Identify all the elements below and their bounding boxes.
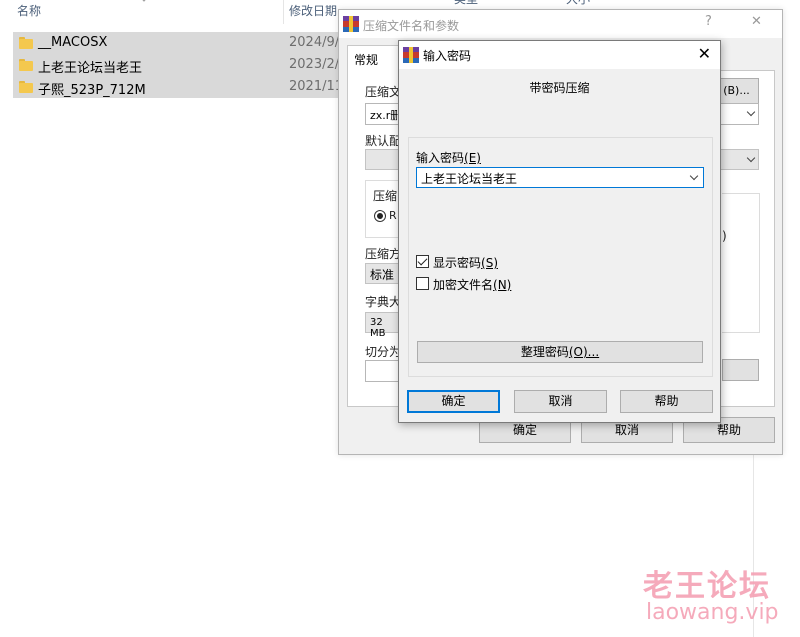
folder-icon [19,81,33,93]
column-header-name[interactable]: 名称 [17,0,41,24]
folder-icon [19,59,33,71]
organize-label: 整理密码 [520,345,569,359]
organize-key: (O)... [568,345,600,359]
password-input[interactable]: 上老王论坛当老王 [416,167,704,188]
split-button[interactable] [722,359,759,381]
dictionary-combo[interactable]: 32 MB [365,312,401,339]
split-field[interactable] [365,360,401,382]
cancel-button[interactable]: 取消 [514,390,607,413]
column-header-date[interactable]: 修改日期 [289,0,337,24]
encrypt-filenames-label: 加密文件名(N) [433,278,512,292]
password-value: 上老王论坛当老王 [421,172,518,186]
file-name: 子熙_523P_712M [38,83,146,98]
folder-icon [19,37,33,49]
radio-rar-label: R [389,209,397,222]
file-name: __MACOSX [38,35,108,50]
title-bar[interactable]: 压缩文件名和参数 ? ✕ [339,10,782,38]
dialog-heading: 带密码压缩 [529,81,590,95]
checkbox-unchecked-icon[interactable] [416,277,429,290]
default-profile-label: 默认配 [365,134,402,148]
help-button-label: 帮助 [654,394,679,408]
method-label: 压缩方 [365,247,402,261]
ok-button-label: 确定 [441,394,466,408]
winrar-icon [403,47,419,63]
cancel-button-label: 取消 [614,423,639,437]
dialog-title: 输入密码 [423,49,472,63]
dictionary-label: 字典大 [365,295,402,309]
browse-button-label: (B)... [723,84,750,97]
archive-name-label: 压缩文 [365,85,402,99]
options-group [722,193,760,333]
ok-button-label: 确定 [512,423,537,437]
file-name: 上老王论坛当老王 [38,61,143,76]
password-label: 输入密码(E) [416,151,481,165]
method-combo[interactable]: 标准 [365,263,401,284]
watermark-title: 老王论坛 [643,569,771,604]
split-label: 切分为 [365,345,402,359]
cancel-button-label: 取消 [548,394,573,408]
show-password-label: 显示密码(S) [433,256,498,270]
file-row-laowang[interactable]: 上老王论坛当老王 2023/2/ [13,54,353,76]
enter-password-dialog: 输入密码 ✕ 带密码压缩 输入密码(E) 上老王论坛当老王 显示密码(S) 加密… [398,40,721,423]
watermark-url: laowang.vip [646,600,779,625]
archive-name-value: zx.r删 [370,109,402,122]
winrar-icon [343,16,359,32]
option-paren: ) [722,229,727,243]
window-title: 压缩文件名和参数 [363,19,460,33]
sort-chevron-icon[interactable] [138,0,150,2]
radio-rar[interactable] [374,210,386,222]
column-separator [283,0,284,24]
help-button-label: 帮助 [716,423,741,437]
file-date: 2024/9/ [289,35,340,50]
close-icon[interactable]: ✕ [698,44,711,63]
checkbox-checked-icon[interactable] [416,255,429,268]
file-row-zixi[interactable]: 子熙_523P_712M 2021/11 [13,76,353,98]
format-label: 压缩 [373,189,398,203]
dictionary-value: 32 MB [370,317,386,339]
ok-button[interactable]: 确定 [407,390,500,413]
help-button[interactable]: 帮助 [620,390,713,413]
help-icon[interactable]: ? [705,14,712,29]
tab-label: 常规 [354,53,379,67]
dialog-title-bar[interactable]: 输入密码 ✕ [399,41,720,69]
organize-passwords-button[interactable]: 整理密码(O)... [417,341,703,363]
file-date: 2023/2/ [289,57,340,72]
tab-general[interactable]: 常规 [347,45,401,71]
method-value: 标准 [370,268,395,282]
close-icon[interactable]: ✕ [751,14,762,29]
file-date: 2021/11 [289,79,344,94]
file-row-macosx[interactable]: __MACOSX 2024/9/ [13,32,353,54]
